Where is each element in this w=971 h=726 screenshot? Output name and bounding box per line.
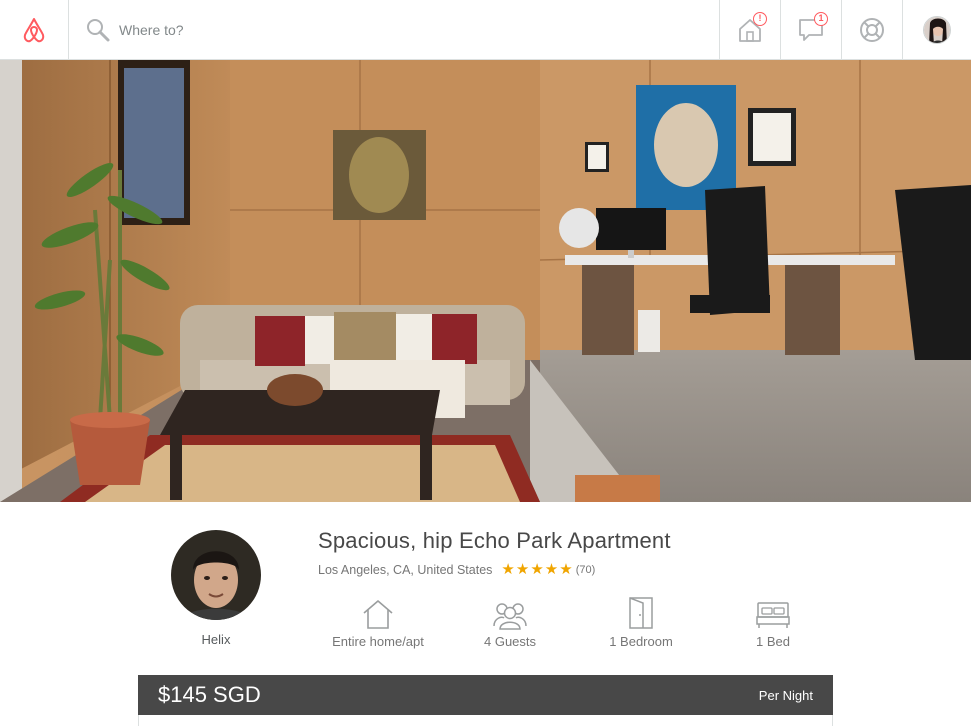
amenity-label: 4 Guests (483, 634, 537, 649)
price-bar: $145 SGD Per Night (138, 675, 833, 715)
messages-notification-badge: 1 (814, 12, 828, 26)
hosting-button[interactable]: ! (719, 0, 780, 59)
price-unit: Per Night (758, 687, 813, 703)
amenity-label: Entire home/apt (332, 634, 424, 649)
host-name[interactable]: Helix (151, 632, 281, 647)
hosting-notification-badge: ! (753, 12, 767, 26)
search-icon (87, 18, 110, 41)
guests-icon (493, 603, 527, 630)
host-avatar[interactable] (171, 530, 261, 620)
top-nav: ! 1 (0, 0, 971, 60)
airbnb-logo[interactable] (0, 0, 69, 59)
listing-location[interactable]: Los Angeles, CA, United States (318, 563, 492, 577)
listing-title: Spacious, hip Echo Park Apartment (318, 528, 671, 553)
booking-panel (138, 715, 833, 726)
home-icon (363, 600, 393, 629)
messages-button[interactable]: 1 (780, 0, 841, 59)
search-bar[interactable] (69, 0, 719, 59)
amenity-label: 1 Bedroom (609, 634, 673, 649)
star-icon: ★ (544, 561, 559, 578)
amenity-bedrooms: 1 Bedroom (600, 596, 682, 649)
user-menu-button[interactable] (902, 0, 971, 59)
host-profile[interactable]: Helix (171, 530, 261, 647)
help-button[interactable] (841, 0, 902, 59)
location-rating-row: Los Angeles, CA, United States ★ ★ ★ ★ ★… (318, 562, 595, 577)
amenity-beds: 1 Bed (740, 596, 806, 649)
search-input[interactable] (119, 21, 619, 38)
star-icon: ★ (515, 561, 530, 578)
amenity-guests: 4 Guests (470, 596, 550, 649)
user-avatar (923, 15, 951, 44)
amenity-label: 1 Bed (756, 634, 790, 649)
listing-hero-photo[interactable] (0, 60, 971, 502)
help-icon (860, 17, 884, 42)
airbnb-logo-icon (23, 17, 45, 42)
star-rating[interactable]: ★ ★ ★ ★ ★ (501, 562, 573, 577)
star-icon: ★ (501, 561, 515, 578)
amenity-room-type: Entire home/apt (327, 596, 429, 649)
listing-summary: Helix Spacious, hip Echo Park Apartment … (0, 502, 971, 726)
bed-icon (756, 602, 790, 628)
review-count[interactable]: (70) (576, 564, 596, 576)
star-icon: ★ (530, 561, 544, 578)
nightly-price: $145 SGD (158, 682, 261, 707)
star-icon: ★ (559, 561, 573, 578)
door-icon (629, 597, 653, 629)
